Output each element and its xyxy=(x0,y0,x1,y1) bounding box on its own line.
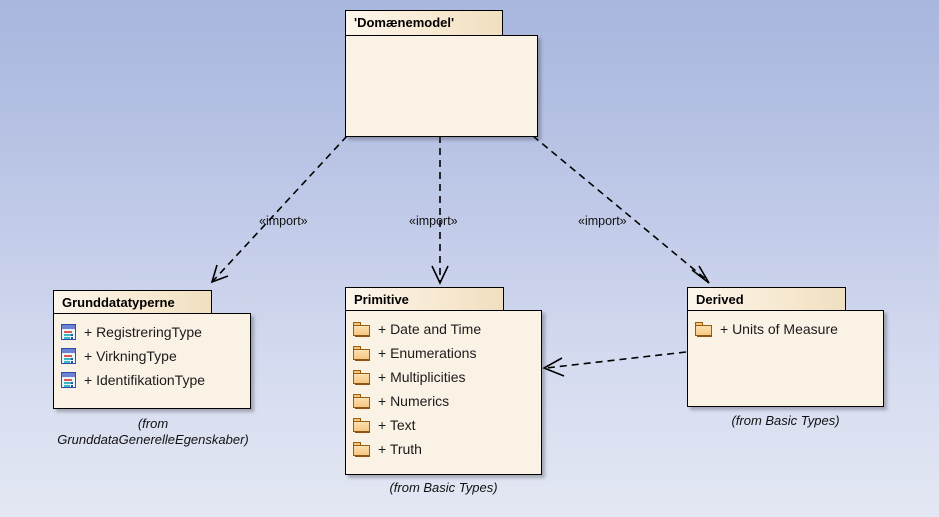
package-item[interactable]: + VirkningType xyxy=(61,344,242,368)
package-grunddatatyperne-body[interactable]: + RegistreringType + VirkningType + Iden… xyxy=(53,313,251,409)
edge-dependency-derived-primitive[interactable] xyxy=(542,351,687,377)
package-primitive-body[interactable]: + Date and Time + Enumerations + Multipl… xyxy=(345,310,542,475)
package-item-label: + Truth xyxy=(378,441,422,457)
package-item-label: + Text xyxy=(378,417,416,433)
package-derived-items: + Units of Measure xyxy=(688,311,883,347)
class-icon xyxy=(61,324,76,340)
package-item[interactable]: + Units of Measure xyxy=(695,317,875,341)
package-item[interactable]: + Truth xyxy=(353,437,533,461)
package-item-label: + RegistreringType xyxy=(84,324,202,340)
package-item[interactable]: + Multiplicities xyxy=(353,365,533,389)
package-item-label: + Multiplicities xyxy=(378,369,466,385)
package-item-label: + Enumerations xyxy=(378,345,477,361)
package-primitive-title[interactable]: Primitive xyxy=(345,287,504,311)
caption-line-1: (from xyxy=(137,416,169,431)
edge-import-right[interactable] xyxy=(532,135,710,284)
edge-import-middle[interactable] xyxy=(431,136,449,285)
edge-label-import-right: «import» xyxy=(578,214,627,228)
edge-label-import-middle: «import» xyxy=(409,214,458,228)
class-icon xyxy=(61,372,76,388)
edge-label-import-left: «import» xyxy=(259,214,308,228)
package-grunddatatyperne-items: + RegistreringType + VirkningType + Iden… xyxy=(54,314,250,398)
package-item[interactable]: + RegistreringType xyxy=(61,320,242,344)
diagram-canvas: «import» «import» «import» 'Domænemodel'… xyxy=(0,0,939,517)
package-folder-icon xyxy=(353,418,370,433)
package-primitive[interactable]: Primitive + Date and Time + Enumerations xyxy=(345,287,542,475)
package-grunddatatyperne[interactable]: Grunddatatyperne + RegistreringType + Vi… xyxy=(53,290,251,409)
edge-import-left[interactable] xyxy=(210,135,348,284)
package-folder-icon xyxy=(353,394,370,409)
package-item-label: + Units of Measure xyxy=(720,321,838,337)
package-item-label: + IdentifikationType xyxy=(84,372,206,388)
package-grunddatatyperne-caption: (from GrunddataGenerelleEgenskaber) xyxy=(8,416,298,448)
package-item-label: + VirkningType xyxy=(84,348,177,364)
package-derived-title[interactable]: Derived xyxy=(687,287,846,311)
package-primitive-caption: (from Basic Types) xyxy=(389,480,498,495)
package-item[interactable]: + Numerics xyxy=(353,389,533,413)
package-folder-icon xyxy=(353,370,370,385)
package-domaenemodel[interactable]: 'Domænemodel' xyxy=(345,10,538,137)
package-folder-icon xyxy=(353,346,370,361)
package-derived-caption: (from Basic Types) xyxy=(731,413,840,428)
package-primitive-items: + Date and Time + Enumerations + Multipl… xyxy=(346,311,541,467)
package-item-label: + Date and Time xyxy=(378,321,482,337)
package-item-label: + Numerics xyxy=(378,393,450,409)
package-item[interactable]: + Date and Time xyxy=(353,317,533,341)
package-folder-icon xyxy=(353,442,370,457)
caption-line-2: GrunddataGenerelleEgenskaber) xyxy=(57,432,249,447)
package-domaenemodel-body[interactable] xyxy=(345,35,538,137)
package-domaenemodel-items xyxy=(346,36,537,48)
package-folder-icon xyxy=(353,322,370,337)
package-domaenemodel-title[interactable]: 'Domænemodel' xyxy=(345,10,503,36)
package-folder-icon xyxy=(695,322,712,337)
class-icon xyxy=(61,348,76,364)
package-item[interactable]: + Enumerations xyxy=(353,341,533,365)
package-item[interactable]: + IdentifikationType xyxy=(61,368,242,392)
package-derived[interactable]: Derived + Units of Measure xyxy=(687,287,884,407)
package-grunddatatyperne-title[interactable]: Grunddatatyperne xyxy=(53,290,212,314)
package-derived-body[interactable]: + Units of Measure xyxy=(687,310,884,407)
package-item[interactable]: + Text xyxy=(353,413,533,437)
